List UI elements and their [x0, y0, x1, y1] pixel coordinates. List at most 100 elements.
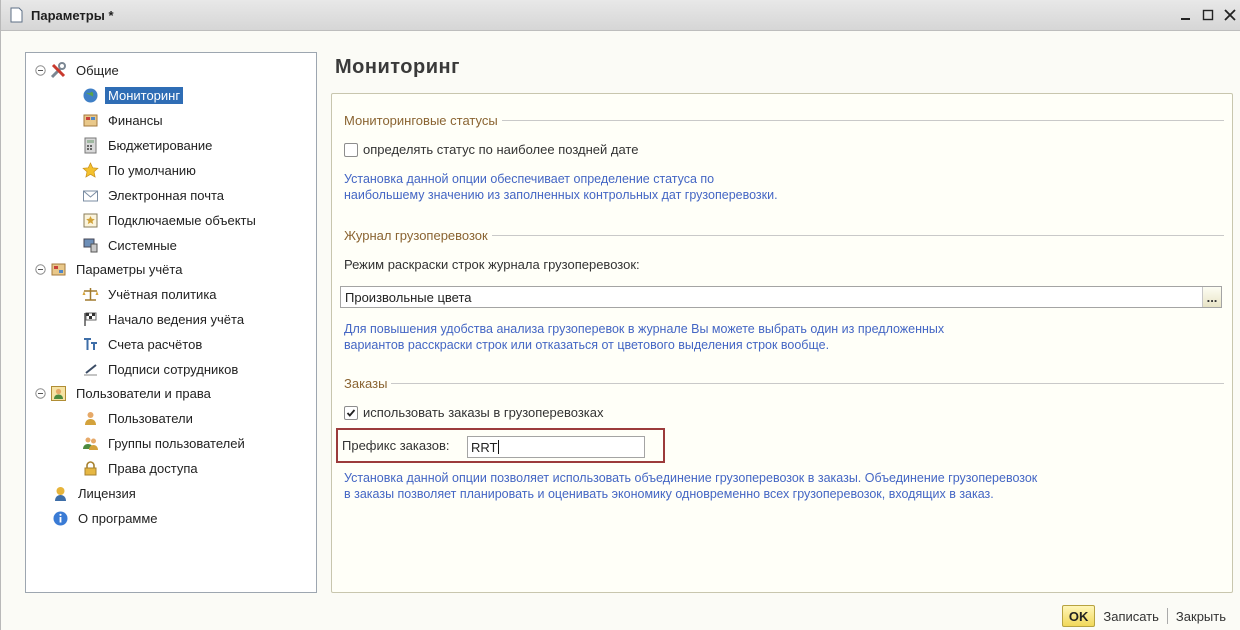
- computer-icon: [82, 237, 99, 254]
- maximize-button[interactable]: [1197, 4, 1219, 26]
- nav-item-finance[interactable]: Финансы: [82, 110, 166, 131]
- settings-panel: Мониторинговые статусы определять статус…: [331, 93, 1233, 593]
- nav-item-label: О программе: [78, 511, 158, 526]
- page-title: Мониторинг: [335, 56, 460, 78]
- order-prefix-input[interactable]: RRT: [467, 436, 645, 458]
- minimize-button[interactable]: [1175, 4, 1197, 26]
- globe-icon: [82, 87, 99, 104]
- group-divider: [391, 382, 1224, 384]
- nav-item-label: Пользователи и права: [76, 386, 211, 401]
- nav-item-monitoring[interactable]: Мониторинг: [82, 85, 184, 106]
- plugin-icon: [82, 212, 99, 229]
- nav-item-label: Параметры учёта: [76, 262, 183, 277]
- flag-icon: [82, 311, 99, 328]
- close-button[interactable]: [1219, 4, 1240, 26]
- license-icon: [52, 485, 69, 502]
- hint-line: Установка данной опции обеспечивает опре…: [344, 172, 715, 186]
- nav-item-label: Начало ведения учёта: [108, 312, 245, 327]
- collapse-toggle-icon[interactable]: [35, 388, 46, 399]
- use-orders-option[interactable]: использовать заказы в грузоперевозках: [344, 405, 603, 420]
- hint-line: вариантов расскраски строк или отказатьс…: [344, 338, 830, 352]
- nav-item-settlement-accounts[interactable]: Счета расчётов: [82, 334, 205, 355]
- nav-item-label: Финансы: [108, 113, 163, 128]
- coloring-mode-label: Режим раскраски строк журнала грузоперев…: [344, 257, 640, 272]
- nav-item-email[interactable]: Электронная почта: [82, 185, 227, 206]
- lock-icon: [82, 460, 99, 477]
- select-choice-button[interactable]: ...: [1202, 287, 1221, 307]
- nav-item-employee-signatures[interactable]: Подписи сотрудников: [82, 359, 241, 380]
- nav-item-label: Электронная почта: [108, 188, 225, 203]
- finance-icon: [82, 112, 99, 129]
- pen-icon: [82, 361, 99, 378]
- nav-item-label: Учётная политика: [108, 287, 217, 302]
- checkbox-label: использовать заказы в грузоперевозках: [363, 405, 604, 420]
- nav-item-label: Общие: [76, 63, 119, 78]
- text-caret: [498, 440, 500, 454]
- hint-line: Для повышения удобства анализа грузопере…: [344, 322, 945, 336]
- checkbox-label: определять статус по наиболее поздней да…: [363, 142, 639, 157]
- nav-item-label: Подключаемые объекты: [108, 213, 256, 228]
- group-title: Заказы: [344, 375, 388, 391]
- coloring-mode-value: Произвольные цвета: [345, 289, 472, 305]
- scales-icon: [82, 286, 99, 303]
- user-icon: [82, 410, 99, 427]
- close-dialog-button[interactable]: Закрыть: [1176, 609, 1226, 624]
- group-divider: [491, 234, 1224, 236]
- coloring-mode-select[interactable]: Произвольные цвета ...: [340, 286, 1222, 308]
- group-title: Журнал грузоперевозок: [344, 227, 488, 243]
- group-journal: Журнал грузоперевозок: [344, 225, 1224, 245]
- nav-item-label: Счета расчётов: [108, 337, 203, 352]
- journal-hint: Для повышения удобства анализа грузопере…: [344, 321, 944, 353]
- hint-line: в заказы позволяет планировать и оценива…: [344, 487, 994, 501]
- ledger-icon: [50, 261, 67, 278]
- nav-item-label: Группы пользователей: [108, 436, 245, 451]
- calculator-icon: [82, 137, 99, 154]
- nav-item-label: Системные: [108, 238, 177, 253]
- nav-item-label: Подписи сотрудников: [108, 362, 239, 377]
- nav-item-label: Лицензия: [78, 486, 136, 501]
- collapse-toggle-icon[interactable]: [35, 264, 46, 275]
- nav-item-label: Мониторинг: [105, 87, 184, 104]
- nav-item-defaults[interactable]: По умолчанию: [82, 160, 199, 181]
- dialog-footer: OK Записать Закрыть: [1061, 605, 1226, 627]
- nav-item-system[interactable]: Системные: [82, 235, 180, 256]
- nav-item-general[interactable]: Общие: [35, 60, 122, 81]
- nav-item-label: Пользователи: [108, 411, 193, 426]
- nav-item-budgeting[interactable]: Бюджетирование: [82, 135, 215, 156]
- use-orders-checkbox[interactable]: [344, 405, 358, 420]
- nav-item-access-rights[interactable]: Права доступа: [82, 458, 201, 479]
- footer-separator: [1166, 608, 1168, 624]
- nav-item-license[interactable]: Лицензия: [52, 483, 139, 504]
- nav-item-accounting-start[interactable]: Начало ведения учёта: [82, 309, 247, 330]
- window-title: Параметры *: [31, 7, 114, 23]
- settings-nav-tree: Общие Мониторинг Финансы Бюджетирование: [25, 52, 317, 593]
- orders-hint: Установка данной опции позволяет использ…: [344, 470, 1037, 502]
- title-bar: Параметры *: [1, 0, 1240, 31]
- hint-line: наибольшему значению из заполненных конт…: [344, 188, 778, 202]
- nav-item-plugins[interactable]: Подключаемые объекты: [82, 210, 259, 231]
- nav-item-accounting-policy[interactable]: Учётная политика: [82, 284, 220, 305]
- parameters-window: Параметры * Общие Мониторинг Финансы Бюд…: [0, 0, 1240, 630]
- checkmark-icon: [346, 408, 356, 417]
- document-icon: [10, 7, 24, 24]
- nav-item-about[interactable]: О программе: [52, 508, 161, 529]
- latest-date-status-option[interactable]: определять статус по наиболее поздней да…: [344, 142, 638, 157]
- save-button[interactable]: Записать: [1103, 609, 1159, 624]
- group-title: Мониторинговые статусы: [344, 112, 498, 128]
- tools-icon: [50, 62, 67, 79]
- nav-item-label: Бюджетирование: [108, 138, 213, 153]
- collapse-toggle-icon[interactable]: [35, 65, 46, 76]
- nav-item-accounting-params[interactable]: Параметры учёта: [35, 259, 185, 280]
- hint-line: Установка данной опции позволяет использ…: [344, 471, 1038, 485]
- star-icon: [82, 162, 99, 179]
- nav-item-users[interactable]: Пользователи: [82, 408, 196, 429]
- group-icon: [82, 435, 99, 452]
- monitoring-hint: Установка данной опции обеспечивает опре…: [344, 171, 778, 203]
- latest-date-status-checkbox[interactable]: [344, 142, 358, 157]
- nav-item-users-and-rights[interactable]: Пользователи и права: [35, 383, 214, 404]
- envelope-icon: [82, 187, 99, 204]
- nav-item-user-groups[interactable]: Группы пользователей: [82, 433, 248, 454]
- accounts-icon: [82, 336, 99, 353]
- ok-button[interactable]: OK: [1061, 605, 1096, 627]
- order-prefix-value: RRT: [471, 439, 498, 455]
